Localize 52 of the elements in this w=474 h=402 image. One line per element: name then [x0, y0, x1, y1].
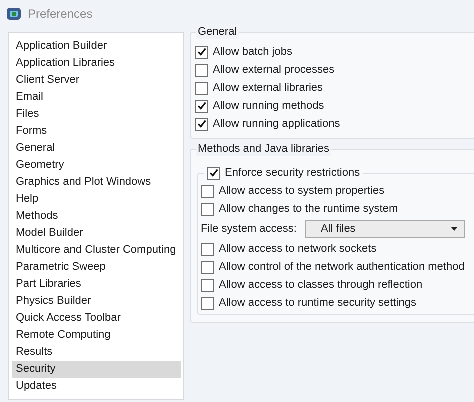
sidebar-item[interactable]: Multicore and Cluster Computing [12, 242, 181, 259]
sidebar-item[interactable]: Email [12, 89, 181, 106]
sidebar-item[interactable]: Remote Computing [12, 327, 181, 344]
sidebar-item[interactable]: Part Libraries [12, 276, 181, 293]
sidebar-item[interactable]: Graphics and Plot Windows [12, 174, 181, 191]
checkbox-label: Allow access to runtime security settings [219, 297, 416, 309]
app-icon [6, 6, 22, 22]
checkbox-label: Allow external libraries [213, 82, 324, 94]
sidebar-item[interactable]: Methods [12, 208, 181, 225]
checkbox-label: Allow access to classes through reflection [219, 279, 423, 291]
checkbox[interactable] [207, 166, 220, 180]
sidebar-item[interactable]: Model Builder [12, 225, 181, 242]
checkbox[interactable] [195, 82, 208, 94]
checkbox[interactable] [195, 100, 208, 112]
sidebar-item[interactable]: Parametric Sweep [12, 259, 181, 276]
checkbox[interactable] [201, 202, 214, 216]
sidebar-item[interactable]: Results [12, 344, 181, 361]
sidebar-item[interactable]: Files [12, 106, 181, 123]
sidebar-item[interactable]: Forms [12, 123, 181, 140]
sidebar-item[interactable]: General [12, 140, 181, 157]
sidebar-item[interactable]: Application Libraries [12, 55, 181, 72]
sidebar-item[interactable]: Security [12, 361, 181, 378]
checkbox[interactable] [195, 118, 208, 130]
checkbox-label: Allow changes to the runtime system [219, 203, 398, 215]
file-access-dropdown[interactable]: All files [304, 220, 465, 238]
sidebar-item[interactable]: Physics Builder [12, 293, 181, 310]
sidebar-item[interactable]: Geometry [12, 157, 181, 174]
sidebar-item[interactable]: Quick Access Toolbar [12, 310, 181, 327]
checkbox[interactable] [201, 242, 214, 256]
caret-icon [450, 227, 458, 231]
checkbox-label: Enforce security restrictions [225, 167, 360, 179]
sidebar-item[interactable]: Help [12, 191, 181, 208]
checkbox-label: Allow batch jobs [213, 46, 292, 58]
sidebar-item[interactable]: Client Server [12, 72, 181, 89]
checkbox-label: Allow running methods [213, 100, 324, 112]
group-title: Methods and Java libraries [196, 143, 332, 156]
checkbox-label: Allow running applications [213, 118, 340, 130]
checkbox[interactable] [195, 46, 208, 58]
checkbox[interactable] [195, 64, 208, 76]
checkbox[interactable] [201, 278, 214, 292]
checkbox[interactable] [201, 184, 214, 198]
window-title: Preferences [28, 7, 93, 21]
checkbox-label: Allow access to network sockets [219, 243, 377, 255]
checkbox-label: Allow access to system properties [219, 185, 385, 197]
checkbox-label: Allow control of the network authentication method [219, 261, 465, 273]
field-label: File system access: [201, 223, 297, 235]
sidebar-item[interactable]: Updates [12, 378, 181, 395]
checkbox[interactable] [201, 296, 214, 310]
group-title: General [196, 26, 240, 39]
checkbox-label: Allow external processes [213, 64, 335, 76]
checkbox[interactable] [201, 260, 214, 274]
sidebar-item[interactable]: Application Builder [12, 38, 181, 55]
